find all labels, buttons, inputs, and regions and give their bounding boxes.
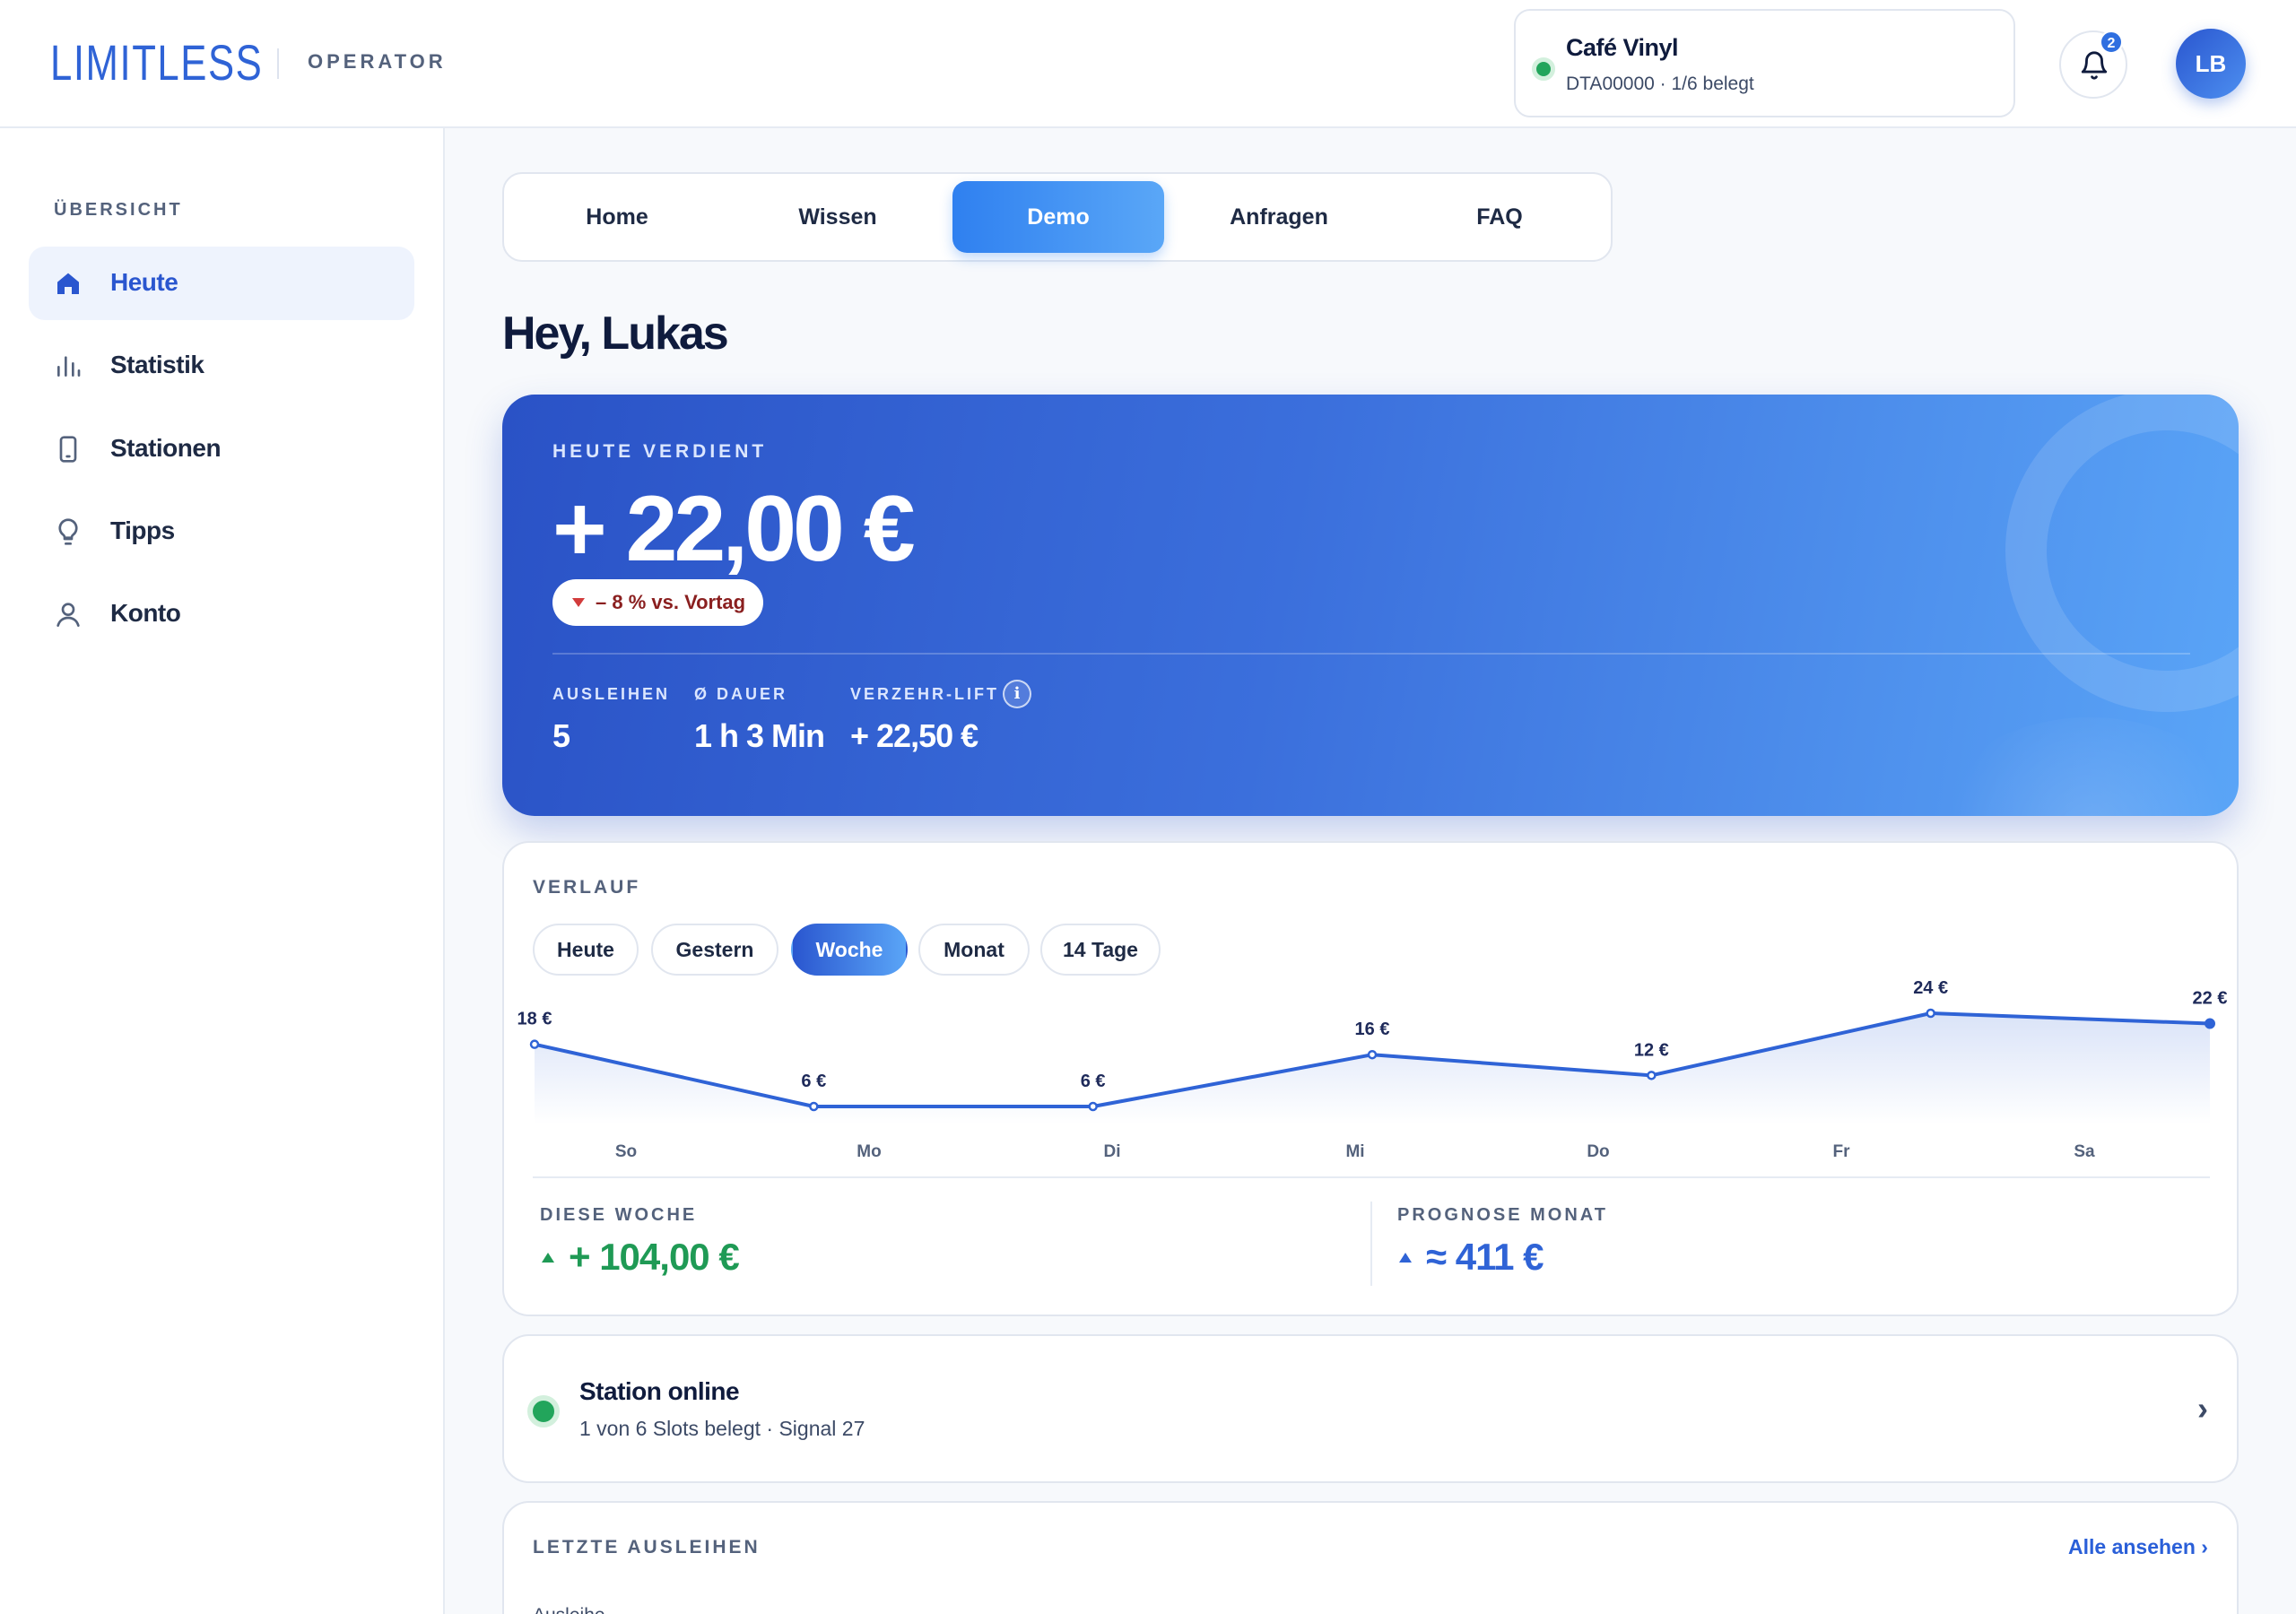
chart-point-mi bbox=[1367, 1049, 1378, 1060]
decorative-glow bbox=[1928, 717, 2239, 816]
up-triangle-icon bbox=[542, 1253, 554, 1263]
recent-rentals-card: LETZTE AUSLEIHEN Alle ansehen › Ausleihe bbox=[502, 1501, 2239, 1614]
sidebar-item-label: Stationen bbox=[110, 434, 222, 462]
stat-label-verzehr-lift: VERZEHR-LIFT bbox=[850, 685, 999, 703]
station-online-dot bbox=[527, 1395, 560, 1427]
chart-point-do bbox=[1647, 1071, 1657, 1080]
chart-x-tick-fr: Fr bbox=[1833, 1142, 1851, 1161]
sidebar-item-label: Tipps bbox=[110, 516, 175, 544]
sidebar-item-label: Heute bbox=[110, 268, 178, 296]
sidebar: ÜBERSICHT Heute Statistik Stationen Tipp… bbox=[0, 128, 445, 1614]
chart-x-tick-so: So bbox=[615, 1142, 637, 1161]
sidebar-item-label: Statistik bbox=[110, 351, 204, 378]
role-label: OPERATOR bbox=[308, 50, 447, 73]
chart-data-label-fr: 24 € bbox=[1913, 978, 1948, 998]
decorative-ring bbox=[2005, 395, 2239, 712]
tab-wissen[interactable]: Wissen bbox=[732, 181, 944, 253]
sidebar-item-heute[interactable]: Heute bbox=[29, 247, 414, 320]
recent-title: LETZTE AUSLEIHEN bbox=[533, 1537, 761, 1558]
top-tabs: Home Wissen Demo Anfragen FAQ bbox=[502, 172, 1613, 262]
week-summary-label: DIESE WOCHE bbox=[540, 1205, 698, 1225]
stat-value-dauer: 1 h 3 Min bbox=[694, 717, 825, 754]
chart-data-label-do: 12 € bbox=[1634, 1040, 1669, 1060]
sidebar-item-label: Konto bbox=[110, 599, 181, 627]
logo-divider bbox=[277, 48, 279, 79]
venue-name: Café Vinyl bbox=[1566, 34, 1679, 61]
list-item[interactable]: Ausleihe bbox=[533, 1605, 605, 1614]
chart-data-label-so: 18 € bbox=[517, 1010, 552, 1029]
chart-data-label-sa: 22 € bbox=[2193, 989, 2228, 1009]
chart-point-sa bbox=[2205, 1018, 2215, 1029]
hero-divider bbox=[552, 653, 2190, 655]
earnings-hero-card: HEUTE VERDIENT + 22,00 € – 8 % vs. Vorta… bbox=[502, 395, 2239, 816]
notification-badge: 2 bbox=[2100, 30, 2123, 54]
tab-demo[interactable]: Demo bbox=[952, 181, 1164, 253]
station-title: Station online bbox=[579, 1377, 740, 1405]
delta-text: – 8 % vs. Vortag bbox=[596, 591, 746, 613]
chart-point-so bbox=[529, 1039, 540, 1049]
station-status-card[interactable]: Station online 1 von 6 Slots belegt · Si… bbox=[502, 1334, 2239, 1483]
sidebar-item-tipps[interactable]: Tipps bbox=[29, 495, 414, 568]
delta-badge: – 8 % vs. Vortag bbox=[552, 579, 764, 626]
chart-x-tick-mi: Mi bbox=[1345, 1142, 1364, 1161]
sidebar-item-konto[interactable]: Konto bbox=[29, 577, 414, 651]
down-triangle-icon bbox=[572, 598, 585, 607]
chart-data-label-mo: 6 € bbox=[801, 1072, 826, 1091]
week-summary-value: + 104,00 € bbox=[569, 1236, 740, 1278]
sidebar-item-stationen[interactable]: Stationen bbox=[29, 412, 414, 486]
forecast-label: PROGNOSE MONAT bbox=[1397, 1205, 1608, 1225]
stat-value-ausleihen: 5 bbox=[552, 717, 570, 754]
tab-home[interactable]: Home bbox=[511, 181, 723, 253]
user-icon bbox=[57, 603, 80, 627]
venue-status-dot bbox=[1532, 57, 1555, 81]
up-triangle-icon bbox=[1399, 1253, 1412, 1263]
phone-icon bbox=[59, 436, 77, 463]
chart-point-fr bbox=[1926, 1008, 1935, 1019]
venue-selector[interactable]: Café Vinyl DTA00000 · 1/6 belegt bbox=[1514, 9, 2015, 117]
summary-divider bbox=[533, 1176, 2210, 1178]
chart-point-di bbox=[1088, 1101, 1098, 1112]
hero-amount: + 22,00 € bbox=[552, 477, 916, 581]
sidebar-heading: ÜBERSICHT bbox=[54, 200, 183, 220]
history-card: VERLAUF Heute Gestern Woche Monat 14 Tag… bbox=[502, 841, 2239, 1316]
info-icon[interactable]: i bbox=[1003, 680, 1031, 708]
sidebar-item-statistik[interactable]: Statistik bbox=[29, 329, 414, 403]
chart-x-tick-di: Di bbox=[1104, 1142, 1121, 1161]
tab-faq[interactable]: FAQ bbox=[1394, 181, 1605, 253]
station-details: 1 von 6 Slots belegt · Signal 27 bbox=[579, 1417, 865, 1440]
stat-label-dauer: Ø DAUER bbox=[694, 685, 788, 703]
summary-column-divider bbox=[1370, 1202, 1372, 1286]
see-all-link[interactable]: Alle ansehen › bbox=[2068, 1535, 2208, 1559]
stat-value-verzehr-lift: + 22,50 € bbox=[850, 717, 978, 754]
chart-x-tick-do: Do bbox=[1587, 1142, 1609, 1161]
tab-anfragen[interactable]: Anfragen bbox=[1173, 181, 1385, 253]
bell-icon bbox=[2081, 51, 2108, 80]
venue-details: DTA00000 · 1/6 belegt bbox=[1566, 74, 1754, 94]
top-header: LIMITLESS OPERATOR Café Vinyl DTA00000 ·… bbox=[0, 0, 2296, 128]
chart-data-label-mi: 16 € bbox=[1355, 1020, 1390, 1039]
stat-label-ausleihen: AUSLEIHEN bbox=[552, 685, 671, 703]
weekly-earnings-chart: 18 € 6 € 6 € 16 € 12 € 24 € 22 € So Mo Di Mi Do Fr Sa bbox=[517, 978, 2228, 1161]
chart-x-tick-sa: Sa bbox=[2074, 1142, 2095, 1161]
chart-point-mo bbox=[809, 1101, 819, 1112]
chart-data-label-di: 6 € bbox=[1081, 1072, 1106, 1091]
lightbulb-icon bbox=[58, 518, 78, 545]
avatar[interactable]: LB bbox=[2176, 29, 2246, 99]
chart-x-tick-mo: Mo bbox=[857, 1142, 881, 1161]
brand-logo[interactable]: LIMITLESS bbox=[50, 36, 263, 90]
bar-chart-icon bbox=[57, 356, 81, 377]
home-icon bbox=[57, 273, 79, 294]
hero-label: HEUTE VERDIENT bbox=[552, 441, 768, 462]
chevron-right-icon[interactable]: › bbox=[2197, 1390, 2208, 1427]
forecast-value: ≈ 411 € bbox=[1426, 1236, 1544, 1278]
page-title: Hey, Lukas bbox=[502, 308, 729, 360]
